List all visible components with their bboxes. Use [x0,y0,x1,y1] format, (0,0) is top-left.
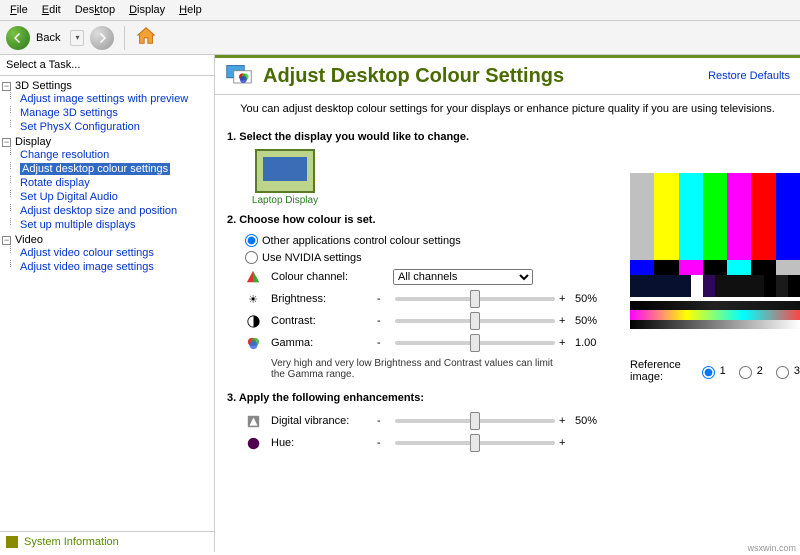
tree-item-selected[interactable]: Adjust desktop colour settings [2,162,212,176]
step1-title: 1. Select the display you would like to … [227,131,618,143]
refimg-1[interactable] [702,366,715,379]
menu-display[interactable]: Display [123,2,171,18]
tree-item[interactable]: Set PhysX Configuration [2,120,212,134]
tree-item[interactable]: Rotate display [2,176,212,190]
display-name: Laptop Display [251,195,319,206]
dv-label: Digital vibrance: [271,415,371,427]
back-label: Back [36,32,60,44]
tree-group-3d[interactable]: 3D Settings [15,80,72,92]
home-icon [135,25,157,47]
tree-item[interactable]: Change resolution [2,148,212,162]
colour-channel-select[interactable]: All channels [393,269,533,285]
restore-defaults-link[interactable]: Restore Defaults [708,70,790,82]
brightness-label: Brightness: [271,293,371,305]
toolbar-divider [124,26,125,50]
digital-vibrance-slider[interactable] [395,419,555,423]
monitor-icon [225,62,253,90]
preview-panel: Reference image: 1 2 3 [630,123,800,552]
tree-item[interactable]: Set up multiple displays [2,218,212,232]
menu-desktop[interactable]: Desktop [69,2,121,18]
brightness-value: 50% [575,293,615,305]
toolbar: Back ▾ [0,21,800,55]
tree-group-display[interactable]: Display [15,136,51,148]
contrast-label: Contrast: [271,315,371,327]
tree-item[interactable]: Set Up Digital Audio [2,190,212,204]
page-title: Adjust Desktop Colour Settings [263,65,698,88]
hue-slider[interactable] [395,441,555,445]
digital-vibrance-icon [245,413,261,429]
monitor-thumbnail-icon [255,149,315,193]
gamma-label: Gamma: [271,337,371,349]
colour-bars-preview [630,173,800,297]
arrow-left-icon [12,32,24,44]
tree-item[interactable]: Adjust image settings with preview [2,92,212,106]
gamma-icon [245,335,261,351]
display-thumb[interactable]: Laptop Display [251,149,319,206]
back-button[interactable] [6,26,30,50]
tree-group-video[interactable]: Video [15,234,43,246]
menu-edit[interactable]: Edit [36,2,67,18]
tree-item[interactable]: Manage 3D settings [2,106,212,120]
menu-file[interactable]: File [4,2,34,18]
dv-value: 50% [575,415,615,427]
brightness-slider[interactable] [395,297,555,301]
gamma-note: Very high and very low Brightness and Co… [227,354,567,384]
home-button[interactable] [135,25,157,50]
panel-header: Adjust Desktop Colour Settings Restore D… [215,58,800,95]
menu-help[interactable]: Help [173,2,208,18]
task-tree: −3D Settings Adjust image settings with … [0,76,214,531]
gamma-slider[interactable] [395,341,555,345]
page-description: You can adjust desktop colour settings f… [215,95,800,123]
channel-label: Colour channel: [271,271,371,283]
radio-nvidia-label: Use NVIDIA settings [262,252,362,264]
refimg-label: Reference image: [630,359,689,383]
radio-other-label: Other applications control colour settin… [262,235,461,247]
brightness-icon: ☀ [245,291,261,307]
gamma-value: 1.00 [575,337,615,349]
menubar: File Edit Desktop Display Help [0,0,800,21]
tree-item[interactable]: Adjust video image settings [2,260,212,274]
contrast-slider[interactable] [395,319,555,323]
back-history-dropdown[interactable]: ▾ [70,30,84,46]
arrow-right-icon [96,32,108,44]
refimg-3[interactable] [776,366,789,379]
hue-icon [245,435,261,451]
sidebar-title: Select a Task... [0,55,214,76]
sysinfo-icon [6,536,18,548]
contrast-value: 50% [575,315,615,327]
sysinfo-label: System Information [24,536,119,548]
sidebar: Select a Task... −3D Settings Adjust ima… [0,55,215,552]
watermark: wsxwin.com [747,543,796,553]
radio-nvidia[interactable] [245,251,258,264]
reference-image-selector: Reference image: 1 2 3 [630,359,800,383]
step2-title: 2. Choose how colour is set. [227,214,618,226]
contrast-icon [245,313,261,329]
collapse-icon[interactable]: − [2,82,11,91]
refimg-2[interactable] [739,366,752,379]
gradient-preview [630,301,800,329]
collapse-icon[interactable]: − [2,236,11,245]
radio-other-apps[interactable] [245,234,258,247]
collapse-icon[interactable]: − [2,138,11,147]
forward-button[interactable] [90,26,114,50]
hue-label: Hue: [271,437,371,449]
step3-title: 3. Apply the following enhancements: [227,392,618,404]
colour-channel-icon [245,269,261,285]
main-panel: Adjust Desktop Colour Settings Restore D… [215,55,800,552]
tree-item[interactable]: Adjust video colour settings [2,246,212,260]
system-information-link[interactable]: System Information [0,531,214,552]
tree-item[interactable]: Adjust desktop size and position [2,204,212,218]
